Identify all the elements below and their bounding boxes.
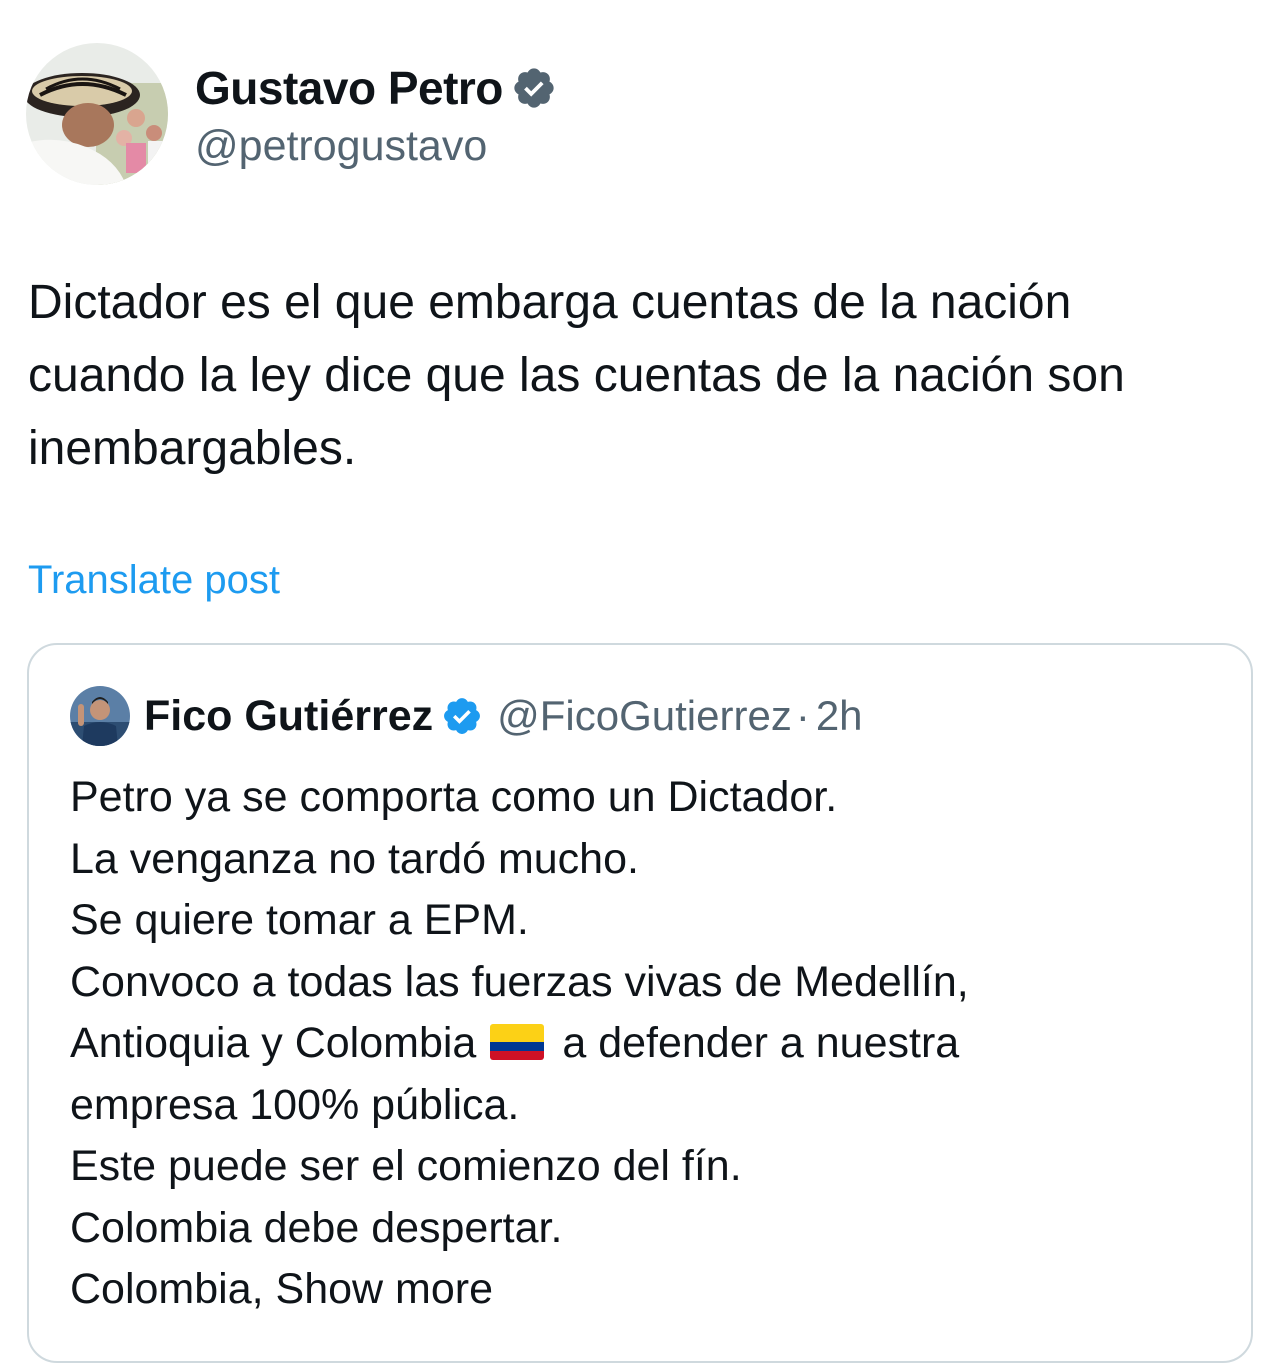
separator-dot: · bbox=[795, 692, 810, 739]
quoted-author-name[interactable]: Fico Gutiérrez bbox=[144, 692, 433, 741]
colombia-flag-icon bbox=[490, 1023, 545, 1060]
post-text: Dictador es el que embarga cuentas de la… bbox=[28, 266, 1268, 485]
author-avatar[interactable] bbox=[26, 43, 168, 185]
quoted-post-card[interactable]: Fico Gutiérrez @FicoGutierrez · 2h Petro… bbox=[27, 643, 1253, 1363]
quoted-text-line: Colombia, Show more bbox=[70, 1259, 969, 1321]
quoted-text-line: Se quiere tomar a EPM. bbox=[70, 896, 529, 944]
quoted-text-line: Petro ya se comporta como un Dictador. bbox=[70, 773, 838, 821]
show-more-link[interactable]: Show more bbox=[276, 1265, 493, 1313]
quoted-author-avatar[interactable] bbox=[70, 686, 130, 746]
quoted-text-fragment: a defender a nuestra bbox=[562, 1019, 960, 1067]
verified-badge-icon bbox=[514, 67, 554, 108]
quoted-post-text: Petro ya se comporta como un Dictador. L… bbox=[70, 767, 969, 1321]
translate-post-link[interactable]: Translate post bbox=[28, 558, 280, 603]
quoted-text-line: empresa 100% pública. bbox=[70, 1080, 520, 1129]
quoted-text-line: La venganza no tardó mucho. bbox=[70, 834, 639, 883]
quoted-text-fragment: Colombia, bbox=[70, 1265, 264, 1313]
quoted-text-line: Este puede ser el comienzo del fín. bbox=[70, 1142, 742, 1190]
avatar-photo bbox=[26, 43, 168, 185]
post-text-line: cuando la ley dice que las cuentas de la… bbox=[28, 349, 1125, 402]
quoted-text-line: Colombia debe despertar. bbox=[70, 1203, 563, 1252]
quoted-text-line: Convoco a todas las fuerzas vivas de Med… bbox=[70, 957, 969, 1006]
quoted-post-time[interactable]: 2h bbox=[816, 692, 863, 740]
post-text-line: inembargables. bbox=[28, 422, 357, 475]
quoted-author-handle[interactable]: @FicoGutierrez bbox=[497, 692, 792, 740]
quoted-post-header: Fico Gutiérrez @FicoGutierrez · 2h bbox=[70, 686, 863, 746]
verified-badge-icon bbox=[444, 698, 481, 734]
post-text-line: Dictador es el que embarga cuentas de la… bbox=[28, 276, 1072, 329]
avatar-photo bbox=[70, 686, 130, 746]
author-handle[interactable]: @petrogustavo bbox=[195, 122, 557, 171]
quoted-text-line: Antioquia y Colombia a defender a nuestra bbox=[70, 1013, 969, 1075]
author-name[interactable]: Gustavo Petro bbox=[195, 61, 503, 115]
post-header: Gustavo Petro @petrogustavo bbox=[26, 43, 557, 185]
quoted-text-fragment: Antioquia y Colombia bbox=[70, 1019, 477, 1067]
